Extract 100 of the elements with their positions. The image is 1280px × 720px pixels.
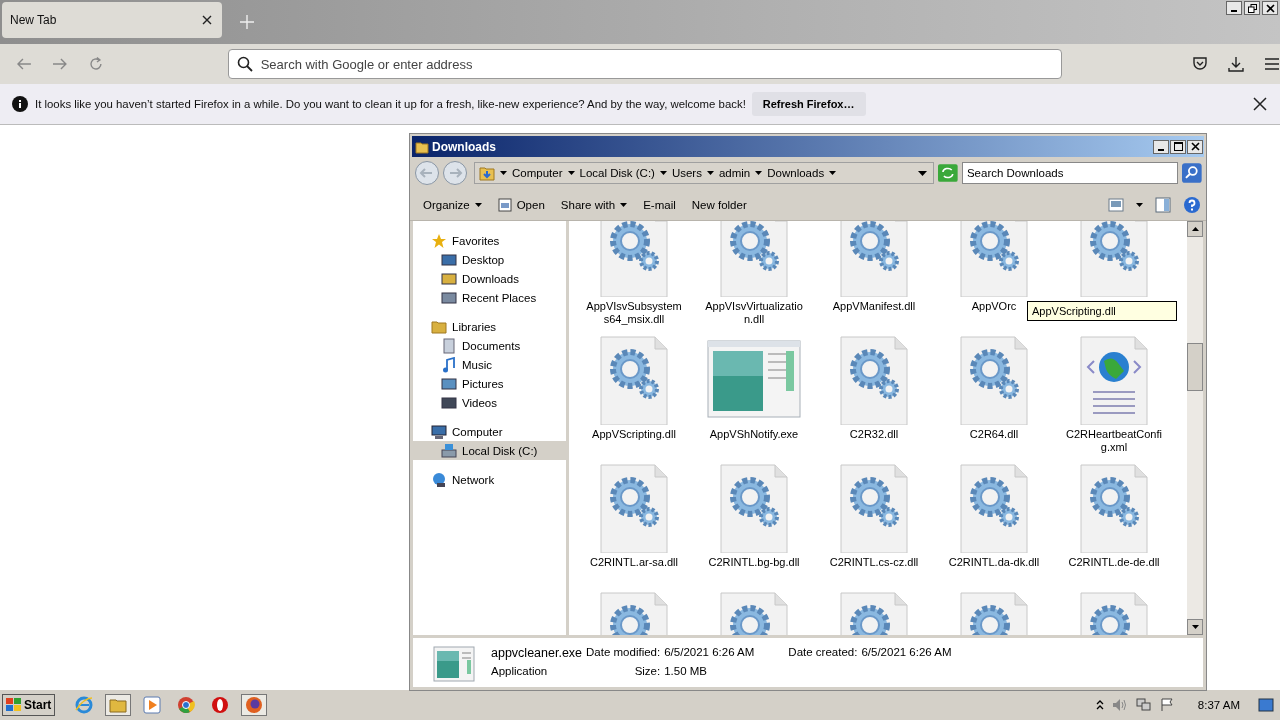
file-name: C2RINTL.ar-sa.dll	[589, 556, 679, 569]
pictures-icon	[441, 375, 457, 392]
search-icon	[236, 56, 253, 72]
caret-icon[interactable]	[500, 171, 507, 175]
folder-icon	[479, 165, 495, 181]
toolbar-button[interactable]: New folder	[684, 194, 754, 215]
forward-icon[interactable]	[51, 56, 68, 72]
address-bar[interactable]: Computer Local Disk (C:) Users admin Downloads	[474, 162, 935, 184]
back-icon[interactable]	[16, 56, 32, 72]
file-name: AppVShNotify.exe	[708, 428, 800, 441]
network-icon	[431, 471, 447, 488]
toolbar-button[interactable]: Open	[490, 193, 552, 216]
close-button[interactable]	[1187, 139, 1203, 154]
field-label: Date created:	[788, 646, 858, 660]
chevron-icon[interactable]	[1095, 700, 1104, 710]
windows-logo-icon	[6, 698, 22, 712]
network-icon[interactable]	[1135, 698, 1152, 712]
dropdown-icon[interactable]	[918, 170, 928, 176]
nav-item[interactable]: Pictures	[413, 374, 566, 393]
application-icon	[433, 646, 475, 682]
nav-item[interactable]: Computer	[413, 422, 566, 441]
toolbar-button[interactable]: Share with	[553, 194, 635, 215]
minimize-button[interactable]	[1226, 1, 1242, 15]
caret-icon[interactable]	[1136, 202, 1143, 207]
minimize-icon	[1231, 10, 1237, 12]
chrome-icon	[177, 696, 196, 714]
caret-icon	[474, 202, 482, 207]
up-arrow-icon[interactable]	[1191, 227, 1199, 231]
caret-icon[interactable]	[659, 171, 667, 175]
caret-icon[interactable]	[567, 171, 575, 175]
window-title: Downloads	[432, 139, 496, 154]
taskbar-button[interactable]	[105, 694, 132, 716]
download-icon[interactable]	[1228, 56, 1244, 72]
restore-button[interactable]	[1244, 1, 1260, 15]
caret-icon	[620, 202, 628, 207]
scroll-thumb[interactable]	[1187, 343, 1203, 391]
down-arrow-icon[interactable]	[1191, 625, 1199, 629]
clock[interactable]: 8:37 AM	[1197, 699, 1240, 711]
minimize-icon	[1158, 148, 1164, 151]
nav-item[interactable]: Network	[413, 470, 566, 489]
breadcrumb[interactable]: admin	[718, 167, 751, 179]
search-field[interactable]: Search Downloads	[961, 162, 1179, 184]
nav-item[interactable]: Desktop	[413, 250, 566, 269]
file-name: AppVIsvVirtualization.dll	[704, 300, 804, 326]
search-icon[interactable]	[1182, 163, 1202, 183]
star-icon	[431, 232, 447, 249]
close-icon	[1265, 3, 1275, 13]
pocket-icon[interactable]	[1192, 56, 1208, 72]
explorer-icon	[109, 696, 128, 714]
file-type: Application	[491, 665, 549, 677]
taskbar-button[interactable]	[241, 694, 268, 716]
nav-item[interactable]: Local Disk (C:)	[413, 441, 566, 460]
address-field[interactable]: Search with Google or enter address	[227, 49, 1062, 79]
view-icon[interactable]	[1108, 197, 1124, 212]
caret-icon[interactable]	[829, 171, 837, 175]
toolbar-button[interactable]: E-mail	[636, 194, 683, 215]
preview-pane-icon[interactable]	[1155, 196, 1171, 213]
field-label: Size:	[634, 665, 661, 677]
nav-item[interactable]: Favorites	[413, 231, 566, 250]
notification-message: It looks like you haven’t started Firefox in a while. Do you want to clean it up for a fresh, like-new experience? And by the way, welcome back!	[35, 98, 746, 110]
nav-item[interactable]: Recent Places	[413, 288, 566, 307]
breadcrumb[interactable]: Local Disk (C:)	[579, 167, 655, 179]
nav-item[interactable]: Libraries	[413, 317, 566, 336]
maximize-icon	[1173, 142, 1183, 151]
documents-icon	[441, 337, 457, 354]
toolbar-button[interactable]: Organize	[416, 194, 489, 215]
file-name: C2R64.dll	[968, 428, 1020, 441]
caret-icon[interactable]	[706, 171, 714, 175]
desktop-icon	[441, 251, 457, 268]
ie-icon	[75, 696, 94, 714]
help-icon[interactable]	[1183, 195, 1201, 214]
start-button[interactable]: Start	[2, 694, 56, 716]
breadcrumb[interactable]: Downloads	[767, 167, 825, 179]
menu-icon[interactable]	[1264, 57, 1280, 71]
nav-item[interactable]: Downloads	[413, 269, 566, 288]
field-label: Date modified:	[586, 646, 661, 660]
field-value: 6/5/2021 6:26 AM	[861, 646, 952, 660]
nav-item[interactable]: Documents	[413, 336, 566, 355]
scrollbar[interactable]	[1187, 221, 1203, 635]
flag-icon[interactable]	[1159, 698, 1174, 712]
close-button[interactable]	[1262, 1, 1278, 15]
file-name: appvcleaner.exe	[491, 646, 583, 660]
reload-icon[interactable]	[87, 56, 104, 72]
breadcrumb[interactable]: Users	[671, 167, 702, 179]
nav-item[interactable]: Videos	[413, 393, 566, 412]
videos-icon	[441, 394, 457, 411]
close-icon[interactable]	[1253, 97, 1267, 111]
file-name: C2RHeartbeatConfig.xml	[1065, 428, 1163, 454]
file-name: AppVScripting.dll	[591, 428, 677, 441]
refresh-button[interactable]: Refresh Firefox…	[751, 92, 866, 116]
refresh-icon[interactable]	[938, 164, 958, 182]
browser-tab[interactable]: New Tab	[2, 2, 222, 38]
recent-icon	[441, 289, 457, 306]
close-icon	[1190, 142, 1200, 151]
maximize-button[interactable]	[1170, 139, 1186, 154]
breadcrumb[interactable]: Computer	[512, 167, 563, 179]
minimize-button[interactable]	[1153, 139, 1169, 154]
close-icon[interactable]	[202, 15, 212, 25]
caret-icon[interactable]	[755, 171, 763, 175]
nav-item[interactable]: Music	[413, 355, 566, 374]
